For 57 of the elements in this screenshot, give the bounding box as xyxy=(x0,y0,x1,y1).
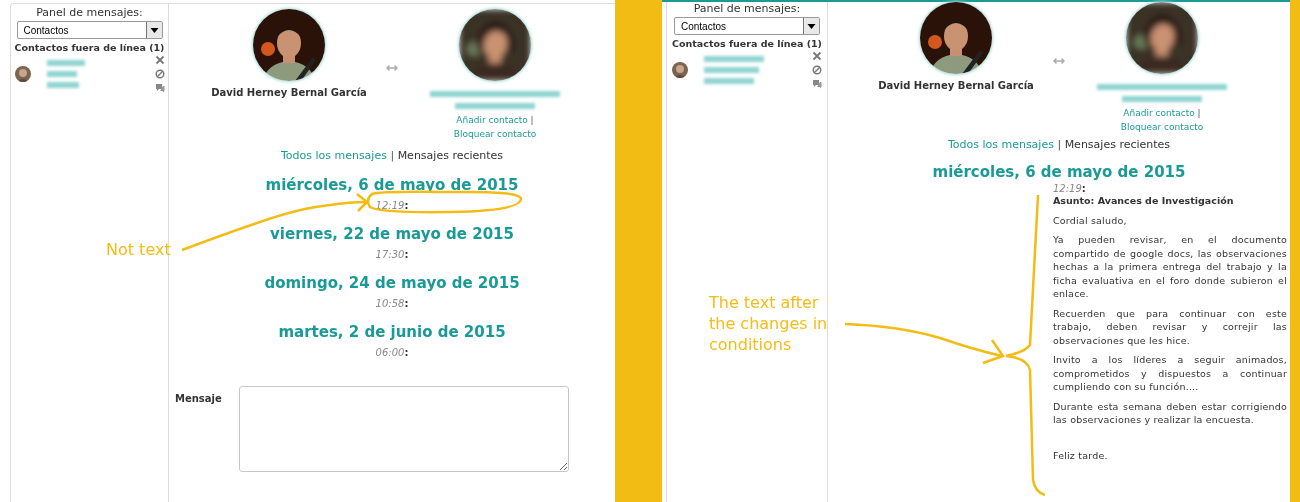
day-heading: domingo, 24 de mayo de 2015 xyxy=(264,274,520,292)
blurred-name xyxy=(46,71,77,77)
message-time: 06:00: xyxy=(375,347,409,358)
link-separator: | xyxy=(1197,108,1201,118)
message-paragraph: Recuerden que para continuar con este trabajo, deben revisar y correjir las observaciones que les hice. xyxy=(1053,306,1287,347)
blurred-name xyxy=(704,78,754,84)
close-icon[interactable] xyxy=(154,55,165,65)
block-icon[interactable] xyxy=(812,65,822,75)
annotation-text: The text after the changes in conditions xyxy=(709,292,829,355)
block-icon[interactable] xyxy=(154,69,165,79)
messages-filter-link[interactable]: Mensajes recientes xyxy=(1064,138,1171,151)
blurred-name xyxy=(704,56,764,62)
message-time: 10:58: xyxy=(375,298,409,309)
message-label: Mensaje xyxy=(175,393,221,406)
swap-arrows-icon xyxy=(1053,57,1065,65)
blurred-name xyxy=(46,60,85,66)
message-closing: Feliz tarde. xyxy=(1053,448,1109,462)
offline-contacts-heading: Contactos fuera de línea (1) xyxy=(672,38,822,49)
message-field[interactable] xyxy=(239,386,569,472)
nav-separator: | xyxy=(390,149,395,162)
block-contact-link[interactable]: Bloquear contacto xyxy=(1120,120,1204,134)
message-time: 17:30: xyxy=(375,249,409,260)
swap-arrows-icon xyxy=(386,64,398,72)
link-separator: | xyxy=(530,115,534,125)
nav-separator: | xyxy=(1057,138,1062,151)
user-name: David Herney Bernal García xyxy=(878,80,1034,91)
day-heading: miércoles, 6 de mayo de 2015 xyxy=(265,176,519,194)
day-heading: viernes, 22 de mayo de 2015 xyxy=(270,225,514,243)
block-contact-link[interactable]: Bloquear contacto xyxy=(453,127,537,141)
message-paragraph: Ya pueden revisar, en el documento compartido de google docs, las observaciones hechas a la primera entrega del trabajo y la ficha evaluativa en el foro donde subieron el enlace. xyxy=(1053,233,1287,301)
user-name: David Herney Bernal García xyxy=(211,87,367,98)
message-subject: Asunto: Avances de Investigación xyxy=(1053,194,1235,208)
messages-filter-link[interactable]: Todos los mensajes xyxy=(947,138,1054,151)
blurred-name xyxy=(704,67,759,73)
chat-icon[interactable] xyxy=(154,83,165,93)
message-time: 12:19: xyxy=(1053,183,1086,194)
contacts-select[interactable]: Contactos xyxy=(16,21,163,39)
message-paragraph: Cordial saludo, xyxy=(1053,213,1128,227)
message-paragraph: Invito a los líderes a seguir animados, comprometidos y dispuestos a continuar cumpliendo con su función.... xyxy=(1053,353,1287,394)
caret-icon xyxy=(145,22,162,38)
caret-icon xyxy=(803,18,819,34)
contacts-select[interactable]: Contactos xyxy=(674,17,820,35)
panel-label: Panel de mensajes: xyxy=(693,2,801,15)
day-heading: martes, 2 de junio de 2015 xyxy=(278,323,506,341)
messages-filter-link[interactable]: Todos los mensajes xyxy=(280,149,387,162)
message-paragraph: Durante esta semana deben estar corrigiendo las observaciones y realizar la encuesta. xyxy=(1053,399,1287,427)
day-heading: miércoles, 6 de mayo de 2015 xyxy=(932,163,1186,181)
annotation-text: Not text xyxy=(106,239,172,260)
close-icon[interactable] xyxy=(812,51,822,61)
panel-label: Panel de mensajes: xyxy=(36,6,143,19)
messages-filter-link[interactable]: Mensajes recientes xyxy=(397,149,504,162)
add-contact-link[interactable]: Añadir contacto xyxy=(1123,106,1195,120)
offline-contacts-heading: Contactos fuera de línea (1) xyxy=(14,42,165,53)
chat-icon[interactable] xyxy=(812,79,822,89)
blurred-name xyxy=(46,82,79,88)
message-time: 12:19: xyxy=(375,200,409,211)
add-contact-link[interactable]: Añadir contacto xyxy=(456,113,528,127)
